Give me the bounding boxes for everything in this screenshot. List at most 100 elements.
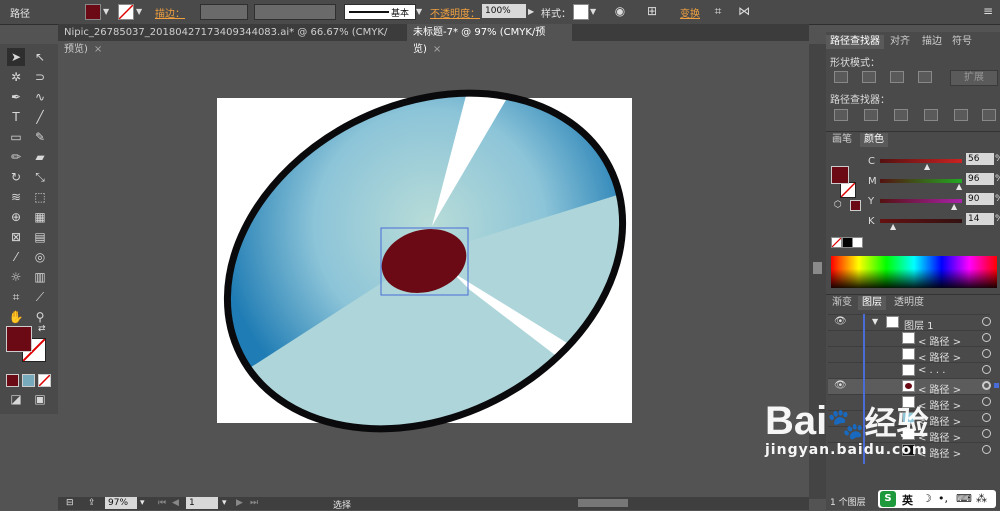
channel-c-slider[interactable] xyxy=(880,159,962,163)
unite-icon[interactable] xyxy=(834,71,848,83)
color-stroke-proxy[interactable] xyxy=(840,182,856,198)
slider-thumb-icon[interactable]: ▲ xyxy=(951,202,957,211)
tab-symbols[interactable]: 符号 xyxy=(948,35,976,49)
page-field[interactable]: 1 xyxy=(186,497,218,509)
current-tool-label: 选择 xyxy=(333,501,352,511)
tab-gradient[interactable]: 渐变 xyxy=(828,296,856,310)
horizontal-scroll-thumb[interactable] xyxy=(578,499,628,507)
pathfinders-label: 路径查找器： xyxy=(830,95,890,106)
watermark-url: jingyan.baidu.com xyxy=(765,442,928,458)
unit: % xyxy=(995,214,1000,224)
channel-y-label: Y xyxy=(868,196,875,207)
panel-divider xyxy=(826,131,1000,132)
out-of-gamut-icon[interactable]: ⬡ xyxy=(834,200,842,210)
target-icon[interactable] xyxy=(982,349,991,358)
unit: % xyxy=(995,174,1000,184)
layer-count: 1 个图层 xyxy=(830,498,866,508)
prev-page-icon[interactable]: ◀ xyxy=(172,498,179,508)
slider-thumb-icon[interactable]: ▲ xyxy=(924,162,930,171)
next-page-icon[interactable]: ▶ xyxy=(236,498,243,508)
channel-k-label: K xyxy=(868,216,875,227)
scroll-thumb[interactable] xyxy=(813,262,822,274)
none-color-icon[interactable] xyxy=(831,237,842,248)
share-icon[interactable]: ⇪ xyxy=(88,498,96,508)
outline-icon[interactable] xyxy=(954,109,968,121)
list-item[interactable]: 👁 < 路径 > xyxy=(828,378,999,396)
shape-modes-label: 形状模式： xyxy=(830,58,880,69)
grid-icon[interactable]: ⁂ xyxy=(976,492,987,505)
chevron-down-icon[interactable]: ▾ xyxy=(140,498,145,508)
channel-m-slider[interactable] xyxy=(880,179,962,183)
channel-m-value[interactable]: 96 xyxy=(966,173,994,185)
layer-thumbnail xyxy=(886,316,899,328)
intersect-icon[interactable] xyxy=(890,71,904,83)
tab-color[interactable]: 颜色 xyxy=(860,133,888,147)
zoom-field[interactable]: 97% xyxy=(105,497,137,509)
slider-thumb-icon[interactable]: ▲ xyxy=(956,182,962,191)
minus-front-icon[interactable] xyxy=(862,71,876,83)
eye-icon[interactable]: 👁 xyxy=(834,316,847,327)
tab-align[interactable]: 对齐 xyxy=(886,35,914,49)
paw-icon: 🐾 xyxy=(827,407,865,442)
watermark-brand: Bai xyxy=(765,399,828,443)
crop-icon[interactable] xyxy=(924,109,938,121)
last-page-icon[interactable]: ⏭ xyxy=(250,498,258,508)
unit: % xyxy=(995,154,1000,164)
expand-button[interactable]: 扩展 xyxy=(950,70,998,86)
target-icon[interactable] xyxy=(982,413,991,422)
target-icon[interactable] xyxy=(982,381,991,390)
panel-divider xyxy=(826,294,1000,295)
baidu-watermark: Bai🐾经验 jingyan.baidu.com xyxy=(765,398,929,458)
none-stroke-icon xyxy=(840,182,856,198)
punctuation-icon[interactable]: •, xyxy=(938,492,948,505)
channel-y-value[interactable]: 90 xyxy=(966,193,994,205)
target-icon[interactable] xyxy=(982,397,991,406)
target-icon[interactable] xyxy=(982,365,991,374)
sogou-icon[interactable]: S xyxy=(880,491,896,507)
minus-back-icon[interactable] xyxy=(982,109,996,121)
channel-y-slider[interactable] xyxy=(880,199,962,203)
target-icon[interactable] xyxy=(982,445,991,454)
channel-c-label: C xyxy=(868,156,875,167)
chevron-down-icon[interactable]: ▼ xyxy=(872,317,878,326)
chevron-down-icon[interactable]: ▾ xyxy=(222,498,227,508)
white-swatch[interactable] xyxy=(852,237,863,248)
first-page-icon[interactable]: ⏮ xyxy=(158,498,166,508)
tab-transparency[interactable]: 透明度 xyxy=(890,296,928,310)
moon-icon[interactable]: ☽ xyxy=(922,492,932,505)
selection-indicator[interactable] xyxy=(994,383,999,388)
color-fill-proxy[interactable] xyxy=(831,166,849,184)
in-gamut-swatch[interactable] xyxy=(850,200,861,211)
target-icon[interactable] xyxy=(982,429,991,438)
exclude-icon[interactable] xyxy=(918,71,932,83)
keyboard-icon[interactable]: ⌨ xyxy=(956,492,972,505)
trim-icon[interactable] xyxy=(864,109,878,121)
path-thumbnail xyxy=(902,380,915,392)
slider-thumb-icon[interactable]: ▲ xyxy=(890,222,896,231)
list-item[interactable]: < 路径 > xyxy=(828,330,991,348)
tab-stroke[interactable]: 描边 xyxy=(918,35,946,49)
status-bar: ⊟ ⇪ 97% ▾ ⏮ ◀ 1 ▾ ▶ ⏭ 选择 xyxy=(58,497,809,511)
channel-c-value[interactable]: 56 xyxy=(966,153,994,165)
layer-row[interactable]: 👁 ▼ 图层 1 xyxy=(828,314,991,332)
divide-icon[interactable] xyxy=(834,109,848,121)
artboard-nav-icon[interactable]: ⊟ xyxy=(66,498,74,508)
ime-toolbar: S 英 ☽ •, ⌨ ⁂ xyxy=(878,490,996,508)
channel-m-label: M xyxy=(868,176,877,187)
color-spectrum[interactable] xyxy=(831,256,997,288)
unit: % xyxy=(995,194,1000,204)
tab-brushes[interactable]: 画笔 xyxy=(828,133,856,147)
merge-icon[interactable] xyxy=(894,109,908,121)
list-item[interactable]: < . . . xyxy=(828,362,991,378)
target-icon[interactable] xyxy=(982,317,991,326)
eye-icon[interactable]: 👁 xyxy=(834,380,847,391)
target-icon[interactable] xyxy=(982,333,991,342)
watermark-brand-cn: 经验 xyxy=(864,404,929,442)
tab-layers[interactable]: 图层 xyxy=(858,296,886,310)
ime-mode[interactable]: 英 xyxy=(902,492,913,508)
list-item[interactable]: < 路径 > xyxy=(828,346,991,364)
path-thumbnail xyxy=(902,332,915,344)
item-name[interactable]: < . . . xyxy=(918,365,945,376)
channel-k-value[interactable]: 14 xyxy=(966,213,994,225)
tab-pathfinder[interactable]: 路径查找器 xyxy=(826,35,884,49)
